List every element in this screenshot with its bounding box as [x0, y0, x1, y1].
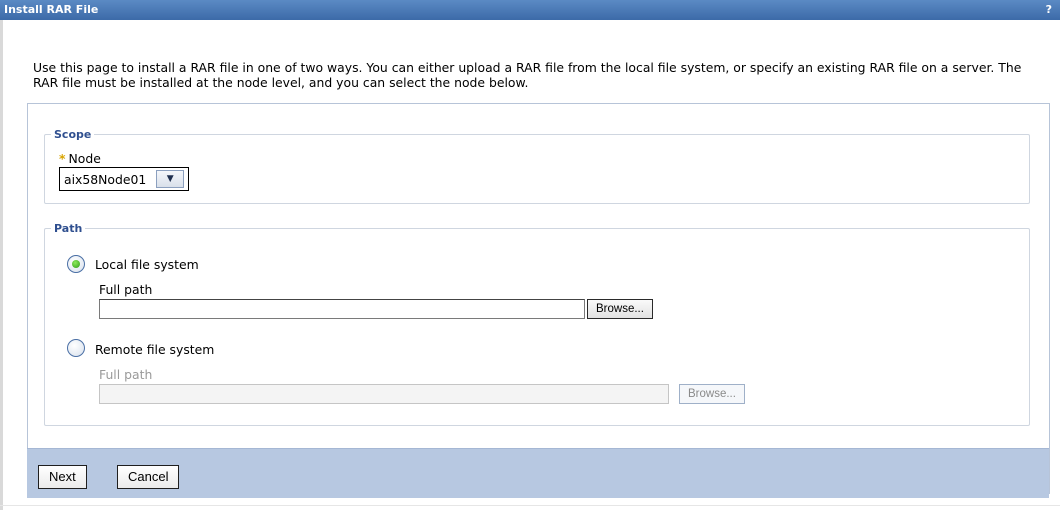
local-full-path-label: Full path — [99, 282, 153, 297]
intro-text: Use this page to install a RAR file in o… — [33, 60, 1022, 90]
button-bar: Next Cancel — [27, 448, 1049, 498]
node-select-value: aix58Node01 — [64, 171, 147, 187]
node-label-text: Node — [68, 151, 101, 166]
scope-legend: Scope — [54, 128, 92, 141]
next-button[interactable]: Next — [38, 465, 87, 489]
local-browse-button[interactable]: Browse... — [587, 299, 653, 319]
window-titlebar: Install RAR File ? — [0, 0, 1060, 20]
remote-full-path-input[interactable] — [99, 384, 669, 404]
remote-file-system-radio[interactable] — [67, 339, 85, 357]
window-title: Install RAR File — [4, 3, 99, 16]
chevron-down-icon[interactable]: ▼ — [156, 170, 185, 188]
form-panel: Scope * Node aix58Node01 ▼ Path Local fil… — [27, 103, 1050, 494]
left-border — [0, 20, 3, 510]
path-fieldset: Path Local file system Full path Browse.… — [44, 222, 1030, 426]
required-icon: * — [59, 151, 66, 166]
bottom-divider — [0, 505, 1060, 506]
local-file-system-radio[interactable] — [67, 255, 85, 273]
remote-file-system-label[interactable]: Remote file system — [95, 342, 214, 357]
help-icon[interactable]: ? — [1046, 0, 1052, 20]
remote-full-path-label: Full path — [99, 367, 153, 382]
node-select[interactable]: aix58Node01 ▼ — [59, 167, 190, 191]
scope-fieldset: Scope * Node aix58Node01 ▼ — [44, 128, 1030, 204]
path-legend: Path — [54, 222, 83, 235]
node-label: * Node — [59, 151, 101, 166]
cancel-button[interactable]: Cancel — [117, 465, 180, 489]
remote-browse-button[interactable]: Browse... — [679, 384, 745, 404]
local-file-system-label[interactable]: Local file system — [95, 257, 199, 272]
local-full-path-input[interactable] — [99, 299, 585, 319]
